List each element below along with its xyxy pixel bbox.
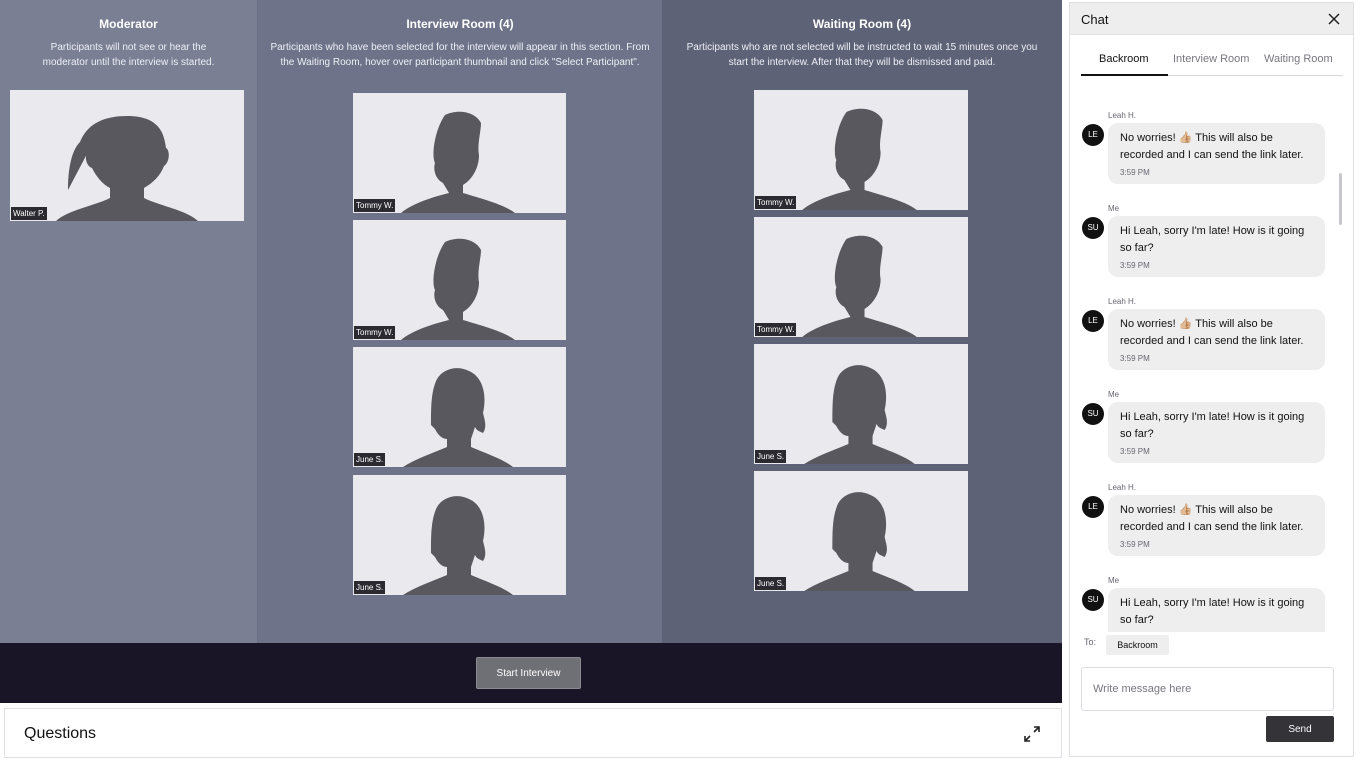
participant-tile[interactable]: Tommy W. [754, 217, 968, 337]
avatar: LE [1082, 124, 1104, 146]
participant-silhouette [802, 235, 917, 337]
recipient-chip[interactable]: Backroom [1106, 635, 1169, 655]
message-sender: Leah H. [1108, 297, 1137, 306]
participant-silhouette [401, 111, 515, 213]
participant-name-tag: Tommy W. [755, 323, 797, 336]
avatar: SU [1082, 589, 1104, 611]
chat-message: Me SU Hi Leah, sorry I'm late! How is it g… [1070, 390, 1343, 480]
avatar: SU [1082, 217, 1104, 239]
participant-silhouette [403, 496, 513, 595]
participant-tile[interactable]: Tommy W. [353, 93, 566, 213]
chat-message: Leah H. LE No worries! 👍🏼 This will also b… [1070, 297, 1343, 387]
message-bubble: No worries! 👍🏼 This will also be recorde… [1108, 123, 1325, 184]
chat-message: Me SU Hi Leah, sorry I'm late! How is it g… [1070, 204, 1343, 294]
participant-tile[interactable]: June S. [754, 344, 968, 464]
tab-backroom[interactable]: Backroom [1099, 53, 1149, 65]
participant-silhouette [802, 108, 917, 210]
questions-title: Questions [24, 725, 97, 742]
participant-silhouette [56, 116, 198, 221]
questions-panel: Questions [4, 708, 1062, 758]
message-input[interactable] [1081, 667, 1334, 711]
message-time: 3:59 PM [1120, 261, 1150, 270]
message-bubble: No worries! 👍🏼 This will also be recorde… [1108, 495, 1325, 556]
tab-interview-room[interactable]: Interview Room [1173, 53, 1249, 65]
to-label: To: [1084, 637, 1097, 647]
moderator-room-title: Moderator [99, 17, 158, 31]
message-text: Hi Leah, sorry I'm late! How is it going… [1120, 225, 1305, 254]
control-bar: Start Interview [0, 643, 1062, 703]
interview-room-description: Participants who have been selected for … [270, 42, 650, 68]
participant-silhouette [804, 365, 915, 464]
message-sender: Leah H. [1108, 111, 1137, 120]
avatar: SU [1082, 403, 1104, 425]
participant-name-tag: Tommy W. [755, 196, 797, 209]
participant-silhouette [804, 492, 915, 591]
avatar: LE [1082, 310, 1104, 332]
start-interview-button[interactable]: Start Interview [476, 657, 581, 689]
chat-message: Leah H. LE No worries! 👍🏼 This will also b… [1070, 111, 1343, 201]
chat-scrollbar[interactable] [1339, 173, 1342, 225]
participant-name-tag: June S. [755, 577, 787, 590]
participant-silhouette [403, 368, 513, 467]
chat-message: Leah H. LE No worries! 👍🏼 This will also b… [1070, 483, 1343, 573]
interview-room-title: Interview Room (4) [406, 17, 514, 31]
message-time: 3:59 PM [1120, 168, 1150, 177]
waiting-room-title: Waiting Room (4) [812, 17, 912, 31]
participant-tile[interactable]: Tommy W. [754, 90, 968, 210]
participant-name-tag: Walter P. [11, 207, 47, 220]
message-text: No worries! 👍🏼 This will also be recorde… [1120, 318, 1304, 347]
message-bubble: Hi Leah, sorry I'm late! How is it going… [1108, 402, 1325, 463]
message-time: 3:59 PM [1120, 540, 1150, 549]
expand-arrows-icon[interactable] [1023, 725, 1041, 743]
message-bubble: No worries! 👍🏼 This will also be recorde… [1108, 309, 1325, 370]
message-sender: Me [1108, 576, 1120, 585]
chat-panel: Chat Backroom Interview Room Waiting Roo… [1069, 2, 1354, 757]
message-sender: Me [1108, 204, 1120, 213]
waiting-room-description: Participants who are not selected will b… [686, 42, 1038, 68]
message-text: No worries! 👍🏼 This will also be recorde… [1120, 504, 1304, 533]
avatar: LE [1082, 496, 1104, 518]
message-sender: Me [1108, 390, 1120, 399]
participant-tile[interactable]: June S. [353, 475, 566, 595]
message-text: No worries! 👍🏼 This will also be recorde… [1120, 132, 1304, 161]
message-sender: Leah H. [1108, 483, 1137, 492]
chat-header: Chat [1070, 3, 1353, 35]
message-list[interactable]: Leah H. LE No worries! 👍🏼 This will also b… [1070, 87, 1343, 632]
participant-tile[interactable]: Walter P. [10, 90, 244, 221]
participant-name-tag: Tommy W. [354, 199, 396, 212]
participant-name-tag: June S. [755, 450, 787, 463]
message-bubble: Hi Leah, sorry I'm late! How is it going… [1108, 216, 1325, 277]
chat-message: Me SU Hi Leah, sorry I'm late! How is it g… [1070, 576, 1343, 632]
message-time: 3:59 PM [1120, 447, 1150, 456]
message-text: Hi Leah, sorry I'm late! How is it going… [1120, 411, 1305, 440]
moderator-room-description: Participants will not see or hear the mo… [42, 42, 215, 68]
chat-title: Chat [1081, 12, 1109, 27]
participant-name-tag: Tommy W. [354, 326, 396, 339]
send-button[interactable]: Send [1266, 716, 1334, 742]
participant-silhouette [401, 238, 515, 340]
message-text: Hi Leah, sorry I'm late! How is it going… [1120, 597, 1305, 626]
participant-tile[interactable]: June S. [754, 471, 968, 591]
message-time: 3:59 PM [1120, 354, 1150, 363]
participant-name-tag: June S. [354, 453, 386, 466]
chat-tabs: Backroom Interview Room Waiting Room [1081, 49, 1343, 76]
close-icon[interactable] [1328, 13, 1340, 25]
active-tab-underline [1081, 74, 1168, 76]
participant-name-tag: June S. [354, 581, 386, 594]
participant-tile[interactable]: Tommy W. [353, 220, 566, 340]
participant-tile[interactable]: June S. [353, 347, 566, 467]
tab-waiting-room[interactable]: Waiting Room [1264, 53, 1333, 65]
message-bubble: Hi Leah, sorry I'm late! How is it going… [1108, 588, 1325, 632]
